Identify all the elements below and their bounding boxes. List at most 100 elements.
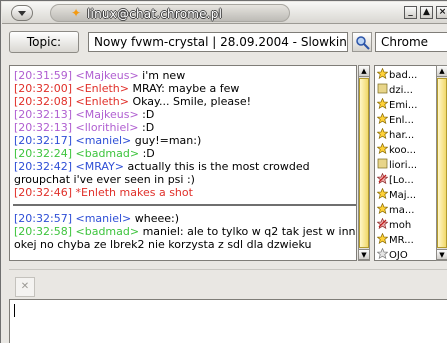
chat-line: [20:32:57] <maniel> wheee:) bbox=[14, 213, 179, 225]
close-button[interactable]: × bbox=[436, 6, 447, 19]
chat-line: [20:32:58] <badmad> maniel: ale to tylko… bbox=[14, 225, 357, 238]
chat-scrollbar[interactable]: ▲ ▼ bbox=[358, 65, 370, 261]
text-caret bbox=[14, 304, 15, 317]
roster-scroll-thumb[interactable] bbox=[437, 78, 447, 248]
log-divider bbox=[13, 204, 356, 206]
participant-item[interactable]: dzi... bbox=[377, 83, 413, 96]
participant-item[interactable]: har... bbox=[377, 128, 415, 141]
scroll-up-arrow-icon[interactable]: ▲ bbox=[359, 66, 369, 77]
chat-window: ✦ linux@chat.chrome.pl _ ▲ × Topic: Nowy… bbox=[0, 0, 447, 343]
star-icon bbox=[377, 203, 388, 214]
chat-text: :D bbox=[142, 147, 155, 160]
roster-scrollbar[interactable]: ▲ ▼ bbox=[436, 65, 447, 261]
chat-line: [20:32:13] <llorithiel> :D bbox=[14, 122, 154, 134]
close-tab-icon[interactable]: ✕ bbox=[15, 277, 35, 297]
chat-timestamp: [20:32:57] bbox=[14, 212, 72, 225]
busy-icon bbox=[377, 173, 388, 184]
chat-text: groupchat i've ever seen in psi :) bbox=[14, 173, 195, 186]
minimize-button[interactable]: _ bbox=[404, 6, 417, 19]
star-icon bbox=[377, 233, 388, 244]
chat-timestamp: [20:31:59] bbox=[14, 69, 72, 82]
participant-name: koo... bbox=[389, 145, 417, 156]
participant-name: OJO bbox=[389, 250, 408, 261]
scroll-down-arrow-icon[interactable]: ▼ bbox=[359, 249, 369, 260]
participant-item[interactable]: bad... bbox=[377, 68, 418, 81]
chat-text: guy!=man:) bbox=[134, 134, 202, 147]
participant-name: MR... bbox=[389, 235, 414, 246]
star-icon bbox=[377, 143, 388, 154]
title-bar[interactable]: ✦ linux@chat.chrome.pl _ ▲ × bbox=[2, 2, 447, 24]
message-input[interactable] bbox=[9, 299, 447, 343]
participant-name: [Lo... bbox=[389, 175, 414, 186]
chat-line: groupchat i've ever seen in psi :) bbox=[14, 174, 195, 186]
participant-item[interactable]: ma... bbox=[377, 203, 415, 216]
chat-line: [20:32:00] <Enleth> MRAY: maybe a few bbox=[14, 83, 239, 95]
participant-item[interactable]: Maj... bbox=[377, 188, 417, 201]
chat-text: actually this is the most crowded bbox=[127, 160, 310, 173]
scroll-up-arrow-icon[interactable]: ▲ bbox=[437, 66, 447, 77]
chat-text: okej no chyba ze lbrek2 nie korzysta z s… bbox=[14, 238, 312, 251]
topic-row: Topic: Nowy fvwm-crystal | 28.09.2004 - … bbox=[2, 25, 447, 59]
chat-nick: <maniel> bbox=[75, 134, 132, 147]
participant-name: ma... bbox=[389, 205, 415, 216]
chat-text: i'm new bbox=[142, 69, 186, 82]
chat-text: maniel: ale to tylko w q2 tak jest w inn… bbox=[142, 225, 357, 238]
psi-star-icon: ✦ bbox=[71, 6, 82, 20]
scroll-down-arrow-icon[interactable]: ▼ bbox=[437, 249, 447, 260]
chat-timestamp: [20:32:08] bbox=[14, 95, 72, 108]
star-icon bbox=[377, 98, 388, 109]
chat-text: :D bbox=[142, 121, 155, 134]
away-icon bbox=[377, 248, 388, 259]
input-toolbar bbox=[9, 269, 447, 299]
participant-item[interactable]: OJO bbox=[377, 248, 408, 260]
participant-item[interactable]: MR... bbox=[377, 233, 414, 246]
busy-icon bbox=[377, 218, 388, 229]
star-icon bbox=[377, 68, 388, 79]
nickname-field[interactable]: Chrome bbox=[375, 32, 447, 52]
chat-line: [20:32:08] <Enleth> Okay... Smile, pleas… bbox=[14, 96, 251, 108]
chat-nick: <maniel> bbox=[75, 212, 132, 225]
chat-line: [20:31:59] <Majkeus> i'm new bbox=[14, 70, 185, 82]
chat-line: [20:32:17] <maniel> guy!=man:) bbox=[14, 135, 201, 147]
participant-name: bad... bbox=[389, 70, 418, 81]
window-menu-button[interactable] bbox=[11, 5, 33, 21]
participant-name: Maj... bbox=[389, 190, 417, 201]
chat-nick: <llorithiel> bbox=[75, 121, 139, 134]
chat-line: okej no chyba ze lbrek2 nie korzysta z s… bbox=[14, 239, 311, 251]
participant-name: Enl... bbox=[389, 115, 414, 126]
participant-item[interactable]: moh bbox=[377, 218, 412, 231]
title-pill: ✦ linux@chat.chrome.pl bbox=[50, 4, 290, 22]
participant-name: liori... bbox=[389, 160, 418, 171]
topic-field[interactable]: Nowy fvwm-crystal | 28.09.2004 - Slowkin… bbox=[88, 32, 348, 52]
online-icon bbox=[377, 158, 388, 169]
chat-nick: <MRAY> bbox=[75, 160, 125, 173]
star-icon bbox=[377, 113, 388, 124]
chat-nick: <Majkeus> bbox=[75, 69, 139, 82]
chat-text: *Enleth makes a shot bbox=[75, 186, 193, 199]
participant-name: moh bbox=[389, 220, 412, 231]
participant-item[interactable]: Enl... bbox=[377, 113, 414, 126]
chat-nick: <Enleth> bbox=[75, 95, 129, 108]
participant-item[interactable]: koo... bbox=[377, 143, 417, 156]
online-icon bbox=[377, 83, 388, 94]
chat-timestamp: [20:32:46] bbox=[14, 186, 72, 199]
star-icon bbox=[377, 188, 388, 199]
chat-text: MRAY: maybe a few bbox=[132, 82, 240, 95]
participant-item[interactable]: liori... bbox=[377, 158, 418, 171]
participant-name: har... bbox=[389, 130, 415, 141]
chat-nick: <badmad> bbox=[75, 147, 140, 160]
participant-item[interactable]: [Lo... bbox=[377, 173, 414, 186]
topic-button[interactable]: Topic: bbox=[9, 31, 79, 53]
chat-log[interactable]: [20:31:59] <Majkeus> i'm new [20:32:00] … bbox=[9, 65, 357, 261]
chat-line: [20:32:24] <badmad> :D bbox=[14, 148, 155, 160]
chat-scroll-thumb[interactable] bbox=[359, 78, 369, 248]
chat-text: wheee:) bbox=[134, 212, 180, 225]
window-title: linux@chat.chrome.pl bbox=[87, 7, 223, 21]
chat-line: [20:32:13] <Majkeus> :D bbox=[14, 109, 154, 121]
chat-nick: <Enleth> bbox=[75, 82, 129, 95]
participant-item[interactable]: Emi... bbox=[377, 98, 417, 111]
chat-line: [20:32:42] <MRAY> actually this is the m… bbox=[14, 161, 310, 173]
maximize-button[interactable]: ▲ bbox=[420, 6, 433, 19]
chat-timestamp: [20:32:58] bbox=[14, 225, 72, 238]
find-button[interactable] bbox=[352, 32, 372, 52]
